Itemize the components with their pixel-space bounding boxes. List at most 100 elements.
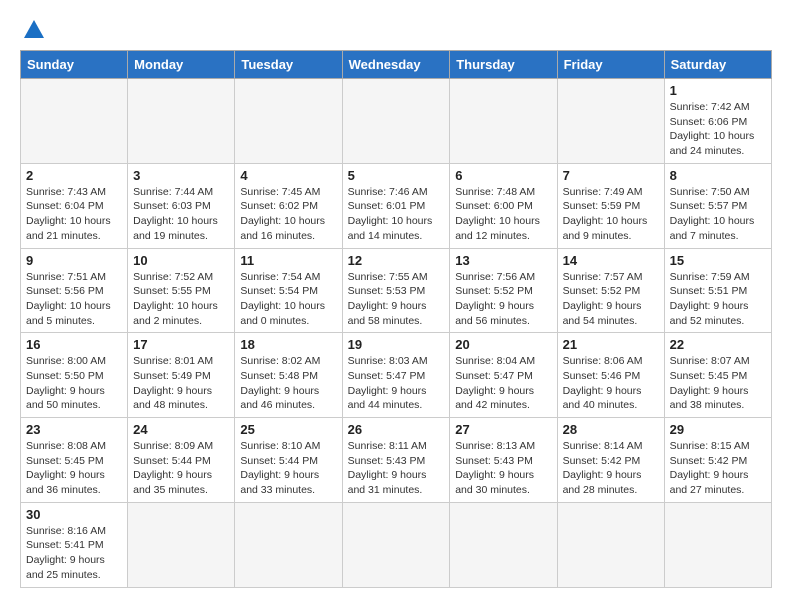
day-info: Sunrise: 7:59 AMSunset: 5:51 PMDaylight:… (670, 270, 766, 329)
day-info: Sunrise: 7:46 AMSunset: 6:01 PMDaylight:… (348, 185, 445, 244)
calendar-cell: 11Sunrise: 7:54 AMSunset: 5:54 PMDayligh… (235, 248, 342, 333)
day-number: 16 (26, 337, 122, 352)
col-thursday: Thursday (450, 51, 557, 79)
calendar-cell: 5 Sunrise: 7:46 AMSunset: 6:01 PMDaylight… (342, 163, 450, 248)
calendar-cell: 15 Sunrise: 7:59 AMSunset: 5:51 PMDayligh… (664, 248, 771, 333)
day-number: 4 (240, 168, 336, 183)
col-saturday: Saturday (664, 51, 771, 79)
day-info: Sunrise: 8:09 AMSunset: 5:44 PMDaylight:… (133, 439, 229, 498)
day-info: Sunrise: 8:04 AMSunset: 5:47 PMDaylight:… (455, 354, 551, 413)
day-info: Sunrise: 8:07 AMSunset: 5:45 PMDaylight:… (670, 354, 766, 413)
day-info: Sunrise: 8:01 AMSunset: 5:49 PMDaylight:… (133, 354, 229, 413)
col-sunday: Sunday (21, 51, 128, 79)
day-number: 11 (240, 253, 336, 268)
page-header (20, 20, 772, 42)
day-number: 21 (563, 337, 659, 352)
calendar-cell: 3 Sunrise: 7:44 AMSunset: 6:03 PMDaylight… (128, 163, 235, 248)
day-number: 2 (26, 168, 122, 183)
day-number: 28 (563, 422, 659, 437)
day-number: 8 (670, 168, 766, 183)
header-row: Sunday Monday Tuesday Wednesday Thursday… (21, 51, 772, 79)
calendar-week-3: 9Sunrise: 7:51 AMSunset: 5:56 PMDaylight… (21, 248, 772, 333)
day-info: Sunrise: 8:14 AMSunset: 5:42 PMDaylight:… (563, 439, 659, 498)
day-number: 12 (348, 253, 445, 268)
col-tuesday: Tuesday (235, 51, 342, 79)
day-info: Sunrise: 8:13 AMSunset: 5:43 PMDaylight:… (455, 439, 551, 498)
calendar-cell: 28 Sunrise: 8:14 AMSunset: 5:42 PMDayligh… (557, 418, 664, 503)
day-info: Sunrise: 8:15 AMSunset: 5:42 PMDaylight:… (670, 439, 766, 498)
calendar-week-2: 2 Sunrise: 7:43 AMSunset: 6:04 PMDaylight… (21, 163, 772, 248)
calendar-cell (450, 502, 557, 587)
calendar-week-1: 1Sunrise: 7:42 AMSunset: 6:06 PMDaylight… (21, 79, 772, 164)
calendar-cell: 13Sunrise: 7:56 AMSunset: 5:52 PMDayligh… (450, 248, 557, 333)
day-info: Sunrise: 7:44 AMSunset: 6:03 PMDaylight:… (133, 185, 229, 244)
day-info: Sunrise: 8:16 AMSunset: 5:41 PMDaylight:… (26, 524, 122, 583)
day-number: 6 (455, 168, 551, 183)
calendar-cell (21, 79, 128, 164)
day-info: Sunrise: 7:57 AMSunset: 5:52 PMDaylight:… (563, 270, 659, 329)
day-info: Sunrise: 8:02 AMSunset: 5:48 PMDaylight:… (240, 354, 336, 413)
calendar-cell (235, 502, 342, 587)
calendar-cell (557, 502, 664, 587)
logo-triangle-icon (24, 20, 44, 38)
calendar-cell: 20 Sunrise: 8:04 AMSunset: 5:47 PMDayligh… (450, 333, 557, 418)
day-number: 5 (348, 168, 445, 183)
calendar-cell: 2 Sunrise: 7:43 AMSunset: 6:04 PMDaylight… (21, 163, 128, 248)
day-info: Sunrise: 7:49 AMSunset: 5:59 PMDaylight:… (563, 185, 659, 244)
day-number: 14 (563, 253, 659, 268)
day-info: Sunrise: 7:50 AMSunset: 5:57 PMDaylight:… (670, 185, 766, 244)
calendar-week-6: 30Sunrise: 8:16 AMSunset: 5:41 PMDayligh… (21, 502, 772, 587)
day-info: Sunrise: 7:48 AMSunset: 6:00 PMDaylight:… (455, 185, 551, 244)
calendar-cell: 22 Sunrise: 8:07 AMSunset: 5:45 PMDayligh… (664, 333, 771, 418)
day-info: Sunrise: 8:00 AMSunset: 5:50 PMDaylight:… (26, 354, 122, 413)
calendar-week-4: 16 Sunrise: 8:00 AMSunset: 5:50 PMDayligh… (21, 333, 772, 418)
calendar-cell: 8 Sunrise: 7:50 AMSunset: 5:57 PMDaylight… (664, 163, 771, 248)
day-number: 3 (133, 168, 229, 183)
day-info: Sunrise: 8:08 AMSunset: 5:45 PMDaylight:… (26, 439, 122, 498)
calendar-cell: 12 Sunrise: 7:55 AMSunset: 5:53 PMDayligh… (342, 248, 450, 333)
calendar-cell: 26Sunrise: 8:11 AMSunset: 5:43 PMDayligh… (342, 418, 450, 503)
calendar-cell: 23 Sunrise: 8:08 AMSunset: 5:45 PMDayligh… (21, 418, 128, 503)
calendar-cell (664, 502, 771, 587)
day-info: Sunrise: 8:03 AMSunset: 5:47 PMDaylight:… (348, 354, 445, 413)
calendar-cell (128, 502, 235, 587)
day-number: 29 (670, 422, 766, 437)
day-info: Sunrise: 7:52 AMSunset: 5:55 PMDaylight:… (133, 270, 229, 329)
calendar-week-5: 23 Sunrise: 8:08 AMSunset: 5:45 PMDayligh… (21, 418, 772, 503)
calendar-cell: 10Sunrise: 7:52 AMSunset: 5:55 PMDayligh… (128, 248, 235, 333)
day-info: Sunrise: 7:56 AMSunset: 5:52 PMDaylight:… (455, 270, 551, 329)
calendar-cell: 4 Sunrise: 7:45 AMSunset: 6:02 PMDaylight… (235, 163, 342, 248)
day-number: 27 (455, 422, 551, 437)
day-number: 20 (455, 337, 551, 352)
day-number: 22 (670, 337, 766, 352)
day-number: 23 (26, 422, 122, 437)
calendar-cell: 6 Sunrise: 7:48 AMSunset: 6:00 PMDaylight… (450, 163, 557, 248)
day-info: Sunrise: 8:06 AMSunset: 5:46 PMDaylight:… (563, 354, 659, 413)
day-number: 19 (348, 337, 445, 352)
day-info: Sunrise: 8:10 AMSunset: 5:44 PMDaylight:… (240, 439, 336, 498)
day-number: 15 (670, 253, 766, 268)
calendar-cell: 25 Sunrise: 8:10 AMSunset: 5:44 PMDayligh… (235, 418, 342, 503)
logo (20, 20, 44, 42)
calendar-header: Sunday Monday Tuesday Wednesday Thursday… (21, 51, 772, 79)
calendar-cell (557, 79, 664, 164)
calendar-cell: 24 Sunrise: 8:09 AMSunset: 5:44 PMDayligh… (128, 418, 235, 503)
calendar-cell (450, 79, 557, 164)
calendar-cell (128, 79, 235, 164)
day-number: 25 (240, 422, 336, 437)
col-wednesday: Wednesday (342, 51, 450, 79)
calendar-cell (342, 502, 450, 587)
calendar-cell: 27 Sunrise: 8:13 AMSunset: 5:43 PMDayligh… (450, 418, 557, 503)
day-number: 18 (240, 337, 336, 352)
calendar-cell: 30Sunrise: 8:16 AMSunset: 5:41 PMDayligh… (21, 502, 128, 587)
day-number: 9 (26, 253, 122, 268)
day-info: Sunrise: 7:55 AMSunset: 5:53 PMDaylight:… (348, 270, 445, 329)
calendar-cell: 7Sunrise: 7:49 AMSunset: 5:59 PMDaylight… (557, 163, 664, 248)
day-info: Sunrise: 7:45 AMSunset: 6:02 PMDaylight:… (240, 185, 336, 244)
day-number: 24 (133, 422, 229, 437)
calendar-cell: 29 Sunrise: 8:15 AMSunset: 5:42 PMDayligh… (664, 418, 771, 503)
calendar-table: Sunday Monday Tuesday Wednesday Thursday… (20, 50, 772, 588)
day-number: 26 (348, 422, 445, 437)
day-info: Sunrise: 7:43 AMSunset: 6:04 PMDaylight:… (26, 185, 122, 244)
calendar-cell: 17Sunrise: 8:01 AMSunset: 5:49 PMDayligh… (128, 333, 235, 418)
